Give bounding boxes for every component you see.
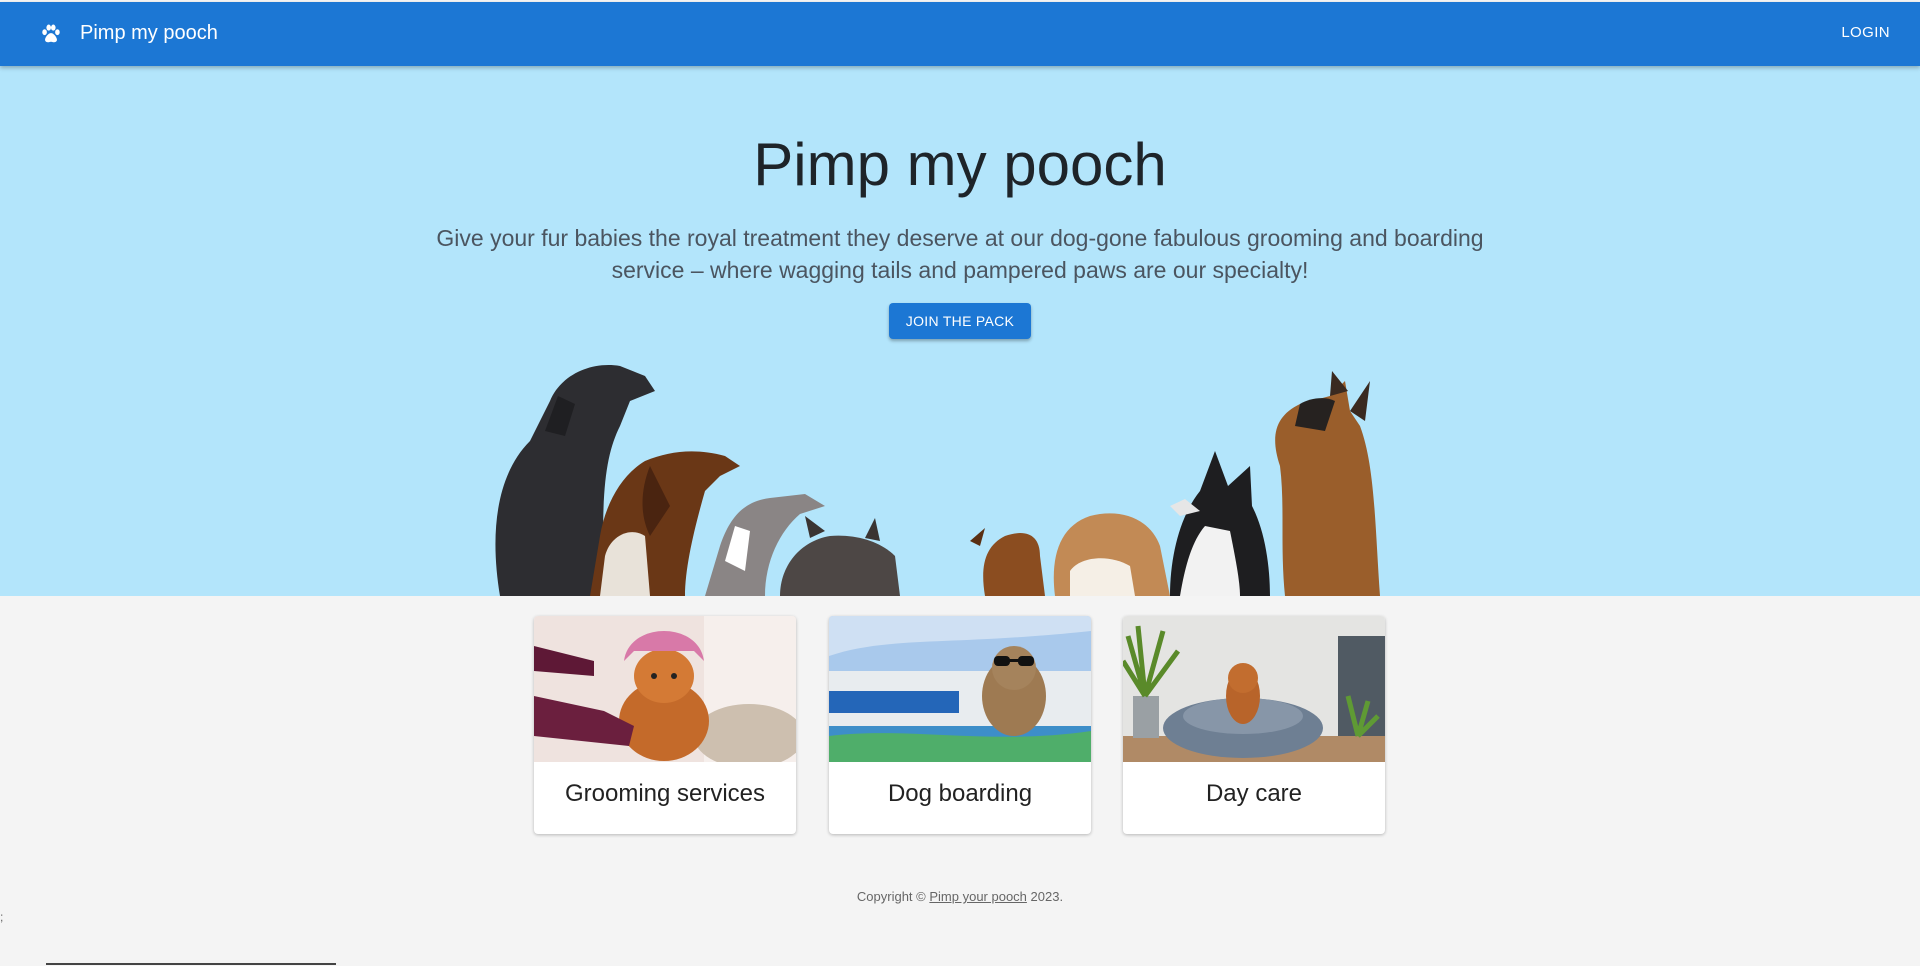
login-button[interactable]: LOGIN (1841, 24, 1890, 41)
brand-title[interactable]: Pimp my pooch (80, 22, 218, 45)
bottom-divider (46, 963, 336, 965)
hero-title: Pimp my pooch (753, 131, 1167, 198)
hero-section: Pimp my pooch Give your fur babies the r… (0, 66, 1920, 596)
hero-subtitle: Give your fur babies the royal treatment… (436, 225, 1484, 283)
card-label-day-care: Day care (1205, 780, 1303, 807)
dogs-banner-image (495, 365, 1380, 596)
card-label-grooming: Grooming services (564, 780, 766, 807)
copyright-suffix: 2023. (1026, 889, 1064, 904)
card-label-dog-boarding: Dog boarding (887, 780, 1033, 807)
dog-boarding-image (829, 616, 1091, 762)
card-dog-boarding[interactable]: Dog boarding (829, 616, 1091, 834)
footer-site-link[interactable]: Pimp your pooch (929, 889, 1027, 904)
day-care-image (1123, 616, 1385, 762)
card-day-care[interactable]: Day care (1123, 616, 1385, 834)
join-the-pack-button[interactable]: JOIN THE PACK (889, 303, 1031, 339)
card-grooming-services[interactable]: Grooming services (534, 616, 796, 834)
app-bar: Pimp my pooch LOGIN (0, 2, 1920, 66)
grooming-image (534, 616, 796, 762)
copyright-prefix: Copyright © (856, 889, 930, 904)
paw-icon[interactable] (40, 23, 62, 45)
footer: Copyright © Pimp your pooch 2023. (0, 889, 1920, 904)
stray-text: ; (0, 910, 4, 924)
